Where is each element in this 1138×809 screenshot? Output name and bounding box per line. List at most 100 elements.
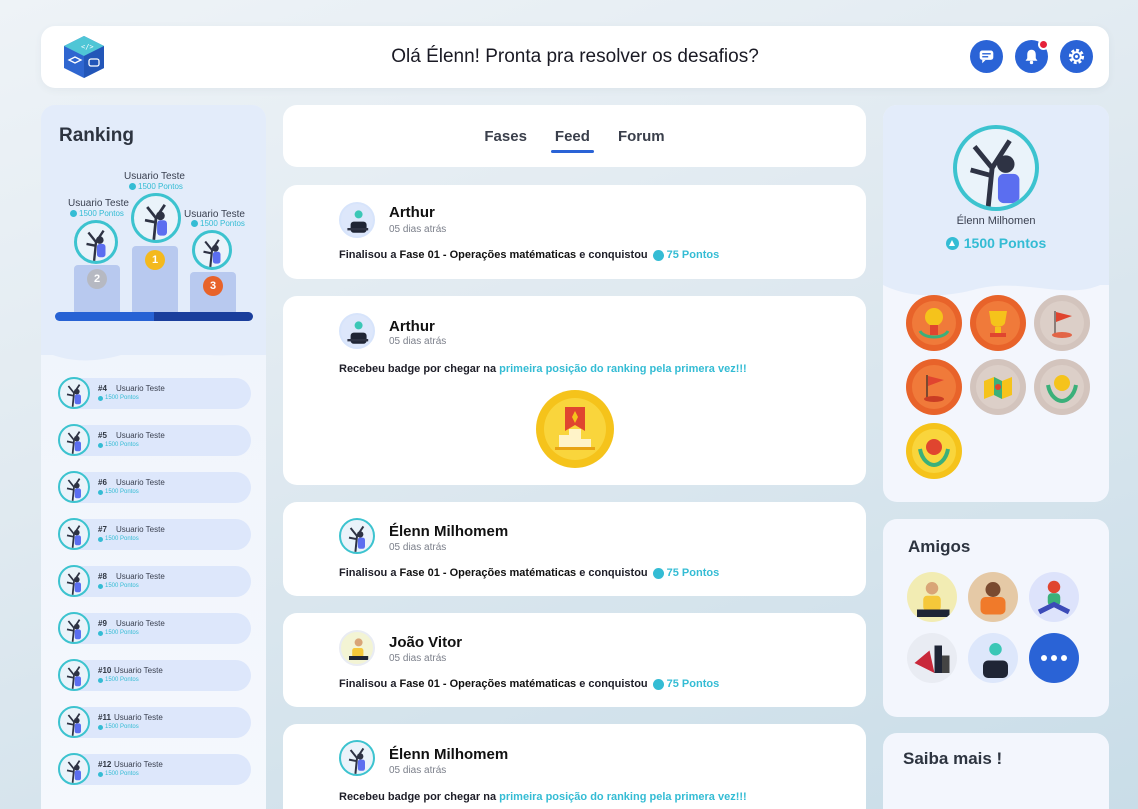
ranking-points: 1500 Pontos xyxy=(98,677,139,683)
friend-avatar[interactable] xyxy=(968,633,1018,683)
ranking-avatar[interactable] xyxy=(58,471,90,503)
feed-post: Élenn Milhomem 05 dias atrás Finalisou a… xyxy=(283,502,866,596)
tab-fases[interactable]: Fases xyxy=(482,128,529,145)
author-avatar[interactable] xyxy=(339,518,375,554)
profile-panel: Élenn Milhomen 1500 Pontos xyxy=(883,105,1109,502)
points-icon xyxy=(98,630,103,636)
points-icon xyxy=(98,489,103,495)
podium-first-name: Usuario Teste xyxy=(124,171,185,182)
laurel-badge-icon[interactable] xyxy=(1034,359,1090,415)
trophy-badge-icon[interactable] xyxy=(906,295,962,351)
gear-icon[interactable] xyxy=(1060,40,1093,73)
ranking-panel: Ranking Usuario Teste 1500 Pontos Usuari… xyxy=(41,105,266,809)
ranking-list: #4 Usuario Teste 1500 Pontos #5 Usuario Test… xyxy=(58,377,251,801)
ranking-user-name: Usuario Teste xyxy=(114,666,163,675)
profile-name: Élenn Milhomen xyxy=(956,215,1036,227)
podium-avatar-first[interactable] xyxy=(131,193,181,243)
notification-dot xyxy=(1038,39,1049,50)
ranking-avatar[interactable] xyxy=(58,612,90,644)
profile-avatar[interactable] xyxy=(953,125,1039,211)
ranking-row[interactable]: #5 Usuario Teste 1500 Pontos xyxy=(58,424,251,456)
greeting-title: Olá Élenn! Pronta pra resolver os desafi… xyxy=(391,46,759,67)
app-logo[interactable]: </> xyxy=(59,32,109,82)
ranking-row[interactable]: #10 Usuario Teste 1500 Pontos xyxy=(58,659,251,691)
post-text: Finalisou a Fase 01 - Operações matématic… xyxy=(339,678,720,690)
medal-first: 1 xyxy=(145,250,165,270)
ranking-row[interactable]: #12 Usuario Teste 1500 Pontos xyxy=(58,753,251,785)
ranking-user-name: Usuario Teste xyxy=(116,525,165,534)
ranking-avatar[interactable] xyxy=(58,565,90,597)
post-text: Finalisou a Fase 01 - Operações matématic… xyxy=(339,249,720,261)
points-icon xyxy=(98,677,103,683)
bell-icon[interactable] xyxy=(1015,39,1049,73)
ranking-row[interactable]: #8 Usuario Teste 1500 Pontos xyxy=(58,565,251,597)
podium-avatar-third[interactable] xyxy=(192,230,232,270)
ranking-points: 1500 Pontos xyxy=(98,630,139,636)
more-friends-button[interactable] xyxy=(1029,633,1079,683)
ranking-points: 1500 Pontos xyxy=(98,536,139,542)
chat-icon[interactable] xyxy=(970,40,1003,73)
medal-second: 2 xyxy=(87,269,107,289)
podium-progress-bar xyxy=(55,312,253,321)
podium-avatar-second[interactable] xyxy=(74,220,118,264)
ranking-row[interactable]: #6 Usuario Teste 1500 Pontos xyxy=(58,471,251,503)
ranking-position: #8 xyxy=(98,572,107,581)
ranking-position: #6 xyxy=(98,478,107,487)
ranking-position: #7 xyxy=(98,525,107,534)
post-time: 05 dias atrás xyxy=(389,336,447,347)
ranking-position: #10 xyxy=(98,666,112,675)
post-author[interactable]: Arthur xyxy=(389,204,435,221)
ranking-user-name: Usuario Teste xyxy=(116,478,165,487)
profile-points: 1500 Pontos xyxy=(883,235,1109,251)
flag-badge-icon[interactable] xyxy=(906,359,962,415)
tab-feed[interactable]: Feed xyxy=(550,128,594,153)
flag-badge-icon[interactable] xyxy=(1034,295,1090,351)
friend-avatar[interactable] xyxy=(907,572,957,622)
ranking-points: 1500 Pontos xyxy=(98,771,139,777)
ranking-row[interactable]: #11 Usuario Teste 1500 Pontos xyxy=(58,706,251,738)
friend-avatar[interactable] xyxy=(968,572,1018,622)
learn-more-title: Saiba mais ! xyxy=(903,749,1003,768)
ranking-points: 1500 Pontos xyxy=(98,395,139,401)
feed-post: Arthur 05 dias atrás Finalisou a Fase 01 … xyxy=(283,185,866,279)
map-badge-icon[interactable] xyxy=(970,359,1026,415)
ranking-position: #4 xyxy=(98,384,107,393)
points-icon xyxy=(98,395,103,401)
ranking-badge-icon[interactable] xyxy=(535,389,615,469)
author-avatar[interactable] xyxy=(339,202,375,238)
ranking-avatar[interactable] xyxy=(58,753,90,785)
learn-more-panel: Saiba mais ! xyxy=(883,733,1109,809)
post-author[interactable]: Élenn Milhomem xyxy=(389,523,508,540)
podium-first-points: 1500 Pontos xyxy=(129,182,183,191)
ranking-avatar[interactable] xyxy=(58,377,90,409)
ranking-user-name: Usuario Teste xyxy=(114,760,163,769)
ranking-user-name: Usuario Teste xyxy=(114,713,163,722)
author-avatar[interactable] xyxy=(339,313,375,349)
author-avatar[interactable] xyxy=(339,630,375,666)
post-time: 05 dias atrás xyxy=(389,224,447,235)
post-author[interactable]: Arthur xyxy=(389,318,435,335)
friend-avatar[interactable] xyxy=(1029,572,1079,622)
ranking-avatar[interactable] xyxy=(58,706,90,738)
ranking-row[interactable]: #4 Usuario Teste 1500 Pontos xyxy=(58,377,251,409)
ranking-avatar[interactable] xyxy=(58,659,90,691)
post-author[interactable]: João Vitor xyxy=(389,634,462,651)
ranking-row[interactable]: #9 Usuario Teste 1500 Pontos xyxy=(58,612,251,644)
svg-text:</>: </> xyxy=(81,43,94,51)
podium-second-name: Usuario Teste xyxy=(68,198,129,209)
friend-avatar[interactable] xyxy=(907,633,957,683)
ranking-points: 1500 Pontos xyxy=(98,724,139,730)
ranking-points: 1500 Pontos xyxy=(98,583,139,589)
author-avatar[interactable] xyxy=(339,740,375,776)
ranking-avatar[interactable] xyxy=(58,424,90,456)
feed-post: Arthur 05 dias atrás Recebeu badge por c… xyxy=(283,296,866,485)
badge-collection xyxy=(906,295,1096,479)
post-author[interactable]: Élenn Milhomem xyxy=(389,746,508,763)
ranking-row[interactable]: #7 Usuario Teste 1500 Pontos xyxy=(58,518,251,550)
cup-badge-icon[interactable] xyxy=(970,295,1026,351)
tab-forum[interactable]: Forum xyxy=(616,128,667,145)
points-icon xyxy=(70,210,77,217)
laurel-badge-icon[interactable] xyxy=(906,423,962,479)
friends-panel: Amigos xyxy=(883,519,1109,717)
ranking-avatar[interactable] xyxy=(58,518,90,550)
